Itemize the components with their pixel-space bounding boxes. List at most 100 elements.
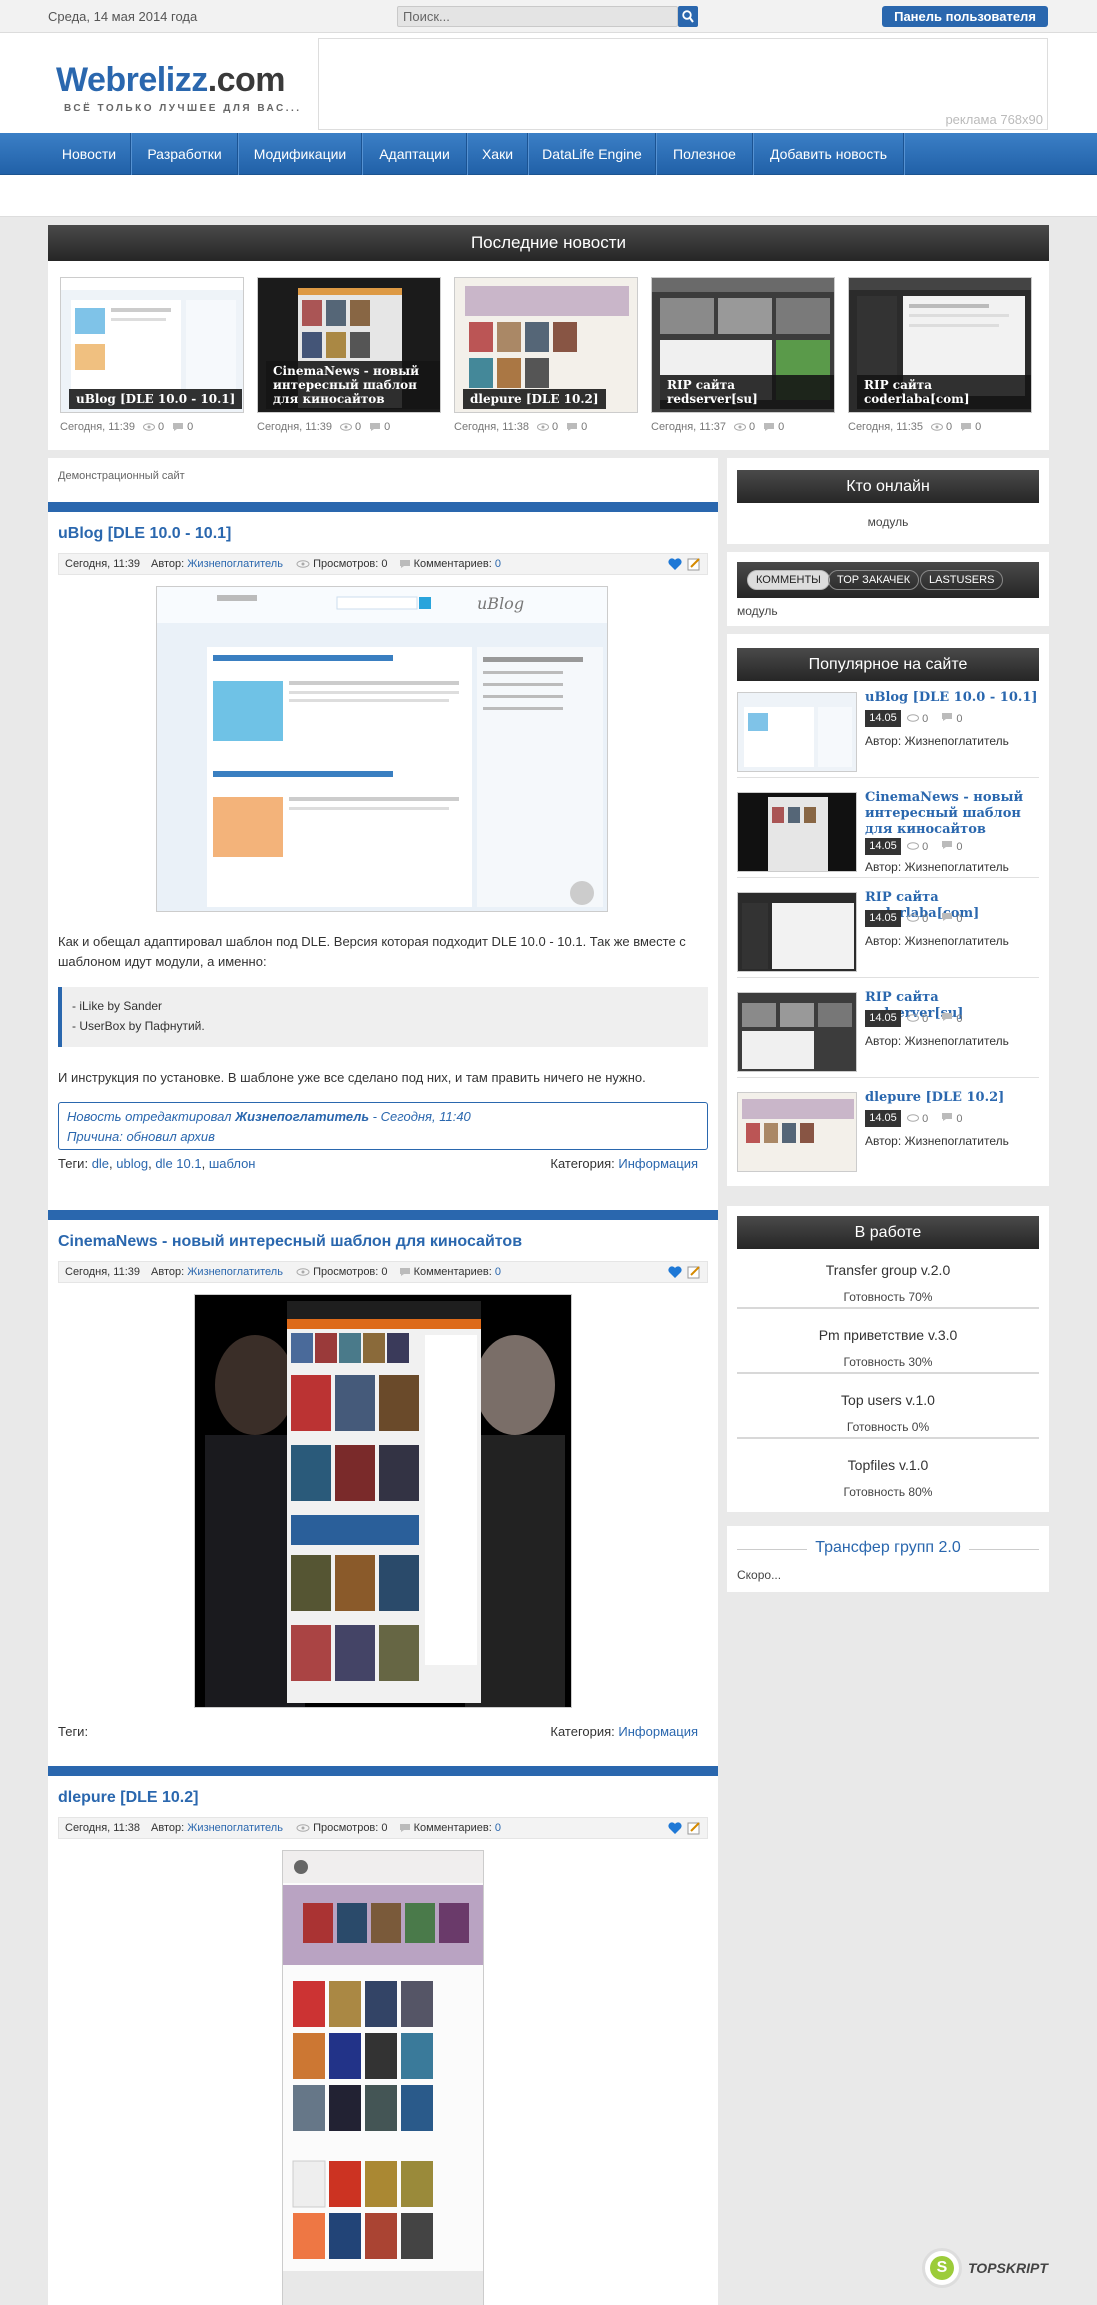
transfer-title[interactable]: Трансфер групп 2.0 (807, 1539, 969, 1556)
search-icon (682, 10, 694, 23)
nav-item-adaptations[interactable]: Адаптации (363, 133, 467, 175)
nav-item-dle[interactable]: DataLife Engine (529, 133, 656, 175)
watermark-text: TOPSKRIPT (968, 2260, 1048, 2276)
in-progress-widget: В работе Transfer group v.2.0 Готовность… (727, 1206, 1049, 1512)
like-heart-icon[interactable] (667, 1265, 683, 1279)
tag-link[interactable]: dle (92, 1156, 109, 1171)
popular-item-title[interactable]: dlepure [DLE 10.2] (865, 1090, 1039, 1106)
eye-icon (907, 714, 919, 722)
latest-card-thumb[interactable]: uBlog [DLE 10.0 - 10.1] (60, 277, 244, 413)
popular-item-views: 0 (922, 713, 929, 725)
post-views: Просмотров: 0 (313, 558, 388, 570)
work-item-progress: Готовность 70% (843, 1290, 933, 1304)
popular-item[interactable]: dlepure [DLE 10.2] 14.05 0 0 Автор: Жизн… (737, 1086, 1039, 1178)
edited-reason: Причина: обновил архив (67, 1129, 215, 1144)
popular-item-title[interactable]: uBlog [DLE 10.0 - 10.1] (865, 690, 1039, 706)
latest-card-comments: 0 (975, 421, 982, 433)
post-text: И инструкция по установке. В шаблоне уже… (58, 1070, 646, 1085)
popular-item[interactable]: RIP сайта redserver[su] 14.05 0 0 Автор:… (737, 986, 1039, 1078)
popular-item[interactable]: uBlog [DLE 10.0 - 10.1] 14.05 0 0 Автор:… (737, 686, 1039, 778)
tab-top-downloads[interactable]: ТОР ЗАКАЧЕК (828, 570, 920, 590)
comment-icon (942, 841, 953, 849)
tab-comments[interactable]: КОММЕНТЫ (747, 570, 830, 590)
tags-label: Теги: (58, 1724, 89, 1739)
latest-card-date: Сегодня, 11:39 (257, 421, 332, 433)
nav-item-news[interactable]: Новости (48, 133, 131, 175)
dlepure-template-screenshot (283, 1851, 483, 2305)
post-views: Просмотров: 0 (313, 1266, 388, 1278)
nav-item-useful[interactable]: Полезное (657, 133, 753, 175)
latest-card-date: Сегодня, 11:38 (454, 421, 529, 433)
edited-author[interactable]: Жизнепоглатитель (235, 1109, 369, 1124)
like-heart-icon[interactable] (667, 557, 683, 571)
search-button[interactable] (678, 6, 698, 27)
popular-item-date: 14.05 (865, 1110, 901, 1127)
nav-item-modifications[interactable]: Модификации (239, 133, 362, 175)
popular-item[interactable]: RIP сайта coderlaba[com] 14.05 0 0 Автор… (737, 886, 1039, 978)
post-comments-link[interactable]: 0 (495, 558, 501, 570)
site-logo[interactable]: Webrelizz.com (56, 61, 286, 100)
post-comments-link[interactable]: 0 (495, 1822, 501, 1834)
post-title[interactable]: uBlog [DLE 10.0 - 10.1] (58, 525, 718, 547)
transfer-title-wrap: Трансфер групп 2.0 (727, 1539, 1049, 1557)
user-panel-button[interactable]: Панель пользователя (882, 6, 1048, 27)
post-image[interactable] (282, 1850, 484, 2305)
work-item: Pm приветствие v.3.0 Готовность 30% (737, 1327, 1039, 1374)
popular-item[interactable]: CinemaNews - новый интересный шаблон для… (737, 786, 1039, 878)
eye-icon (907, 1014, 919, 1022)
latest-card-comments: 0 (581, 421, 588, 433)
post-image[interactable]: uBlog (156, 586, 608, 912)
latest-card-thumb[interactable]: dlepure [DLE 10.2] (454, 277, 638, 413)
post-top-bar (48, 1210, 718, 1220)
nav-item-hacks[interactable]: Хаки (468, 133, 528, 175)
like-heart-icon[interactable] (667, 1821, 683, 1835)
latest-card-thumb[interactable]: RIP сайта redserver[su] (651, 277, 835, 413)
post-author-link[interactable]: Жизнепоглатитель (187, 1822, 283, 1834)
popular-item-thumb[interactable] (737, 992, 857, 1072)
latest-card[interactable]: RIP сайта redserver[su] Сегодня, 11:37 0 0 (651, 277, 835, 435)
post-quote: - iLike by Sander - UserBox by Пафнутий. (58, 987, 708, 1047)
ublog-thumb (738, 693, 856, 771)
ublog-template-screenshot: uBlog (157, 587, 607, 911)
edit-icon[interactable] (687, 1821, 701, 1835)
ad-label: реклама 768x90 (945, 112, 1043, 127)
category-link[interactable]: Информация (618, 1156, 698, 1171)
ad-banner[interactable]: реклама 768x90 (318, 38, 1048, 130)
tab-lastusers[interactable]: LASTUSERS (920, 570, 1004, 590)
nav-item-developments[interactable]: Разработки (132, 133, 238, 175)
popular-item-thumb[interactable] (737, 692, 857, 772)
transfer-note: Скоро... (737, 1568, 782, 1582)
who-online-widget: Кто онлайн модуль (727, 458, 1049, 544)
post-comments-label: Комментариев: (413, 1266, 492, 1278)
popular-item-title[interactable]: CinemaNews - новый интересный шаблон для… (865, 790, 1039, 838)
post-comments-link[interactable]: 0 (495, 1266, 501, 1278)
post-author-link[interactable]: Жизнепоглатитель (187, 558, 283, 570)
category-link[interactable]: Информация (618, 1724, 698, 1739)
edit-icon[interactable] (687, 1265, 701, 1279)
post-title[interactable]: dlepure [DLE 10.2] (58, 1789, 718, 1811)
popular-item-views: 0 (922, 1013, 929, 1025)
sub-bar (0, 175, 1097, 217)
post-title[interactable]: CinemaNews - новый интересный шаблон для… (58, 1233, 718, 1255)
site-header: Webrelizz.com ВСЁ ТОЛЬКО ЛУЧШЕЕ ДЛЯ ВАС.… (0, 33, 1097, 133)
tag-link[interactable]: dle 10.1 (155, 1156, 201, 1171)
popular-item-thumb[interactable] (737, 792, 857, 872)
latest-card[interactable]: RIP сайта coderlaba[com] Сегодня, 11:35 0… (848, 277, 1032, 435)
post-author-link[interactable]: Жизнепоглатитель (187, 1266, 283, 1278)
latest-card[interactable]: dlepure [DLE 10.2] Сегодня, 11:38 0 0 (454, 277, 638, 435)
tag-link[interactable]: ublog (116, 1156, 148, 1171)
comment-icon (764, 423, 775, 432)
edit-icon[interactable] (687, 557, 701, 571)
latest-card-thumb[interactable]: RIP сайта coderlaba[com] (848, 277, 1032, 413)
tag-link[interactable]: шаблон (209, 1156, 256, 1171)
latest-card-caption: CinemaNews - новый интересный шаблон для… (266, 361, 440, 409)
nav-item-add-news[interactable]: Добавить новость (754, 133, 904, 175)
latest-card[interactable]: CinemaNews - новый интересный шаблон для… (257, 277, 441, 435)
latest-card[interactable]: uBlog [DLE 10.0 - 10.1] Сегодня, 11:39 0 0 (60, 277, 244, 435)
who-online-title: Кто онлайн (737, 470, 1039, 503)
latest-card-thumb[interactable]: CinemaNews - новый интересный шаблон для… (257, 277, 441, 413)
post-image[interactable] (194, 1294, 572, 1708)
popular-item-thumb[interactable] (737, 892, 857, 972)
search-input[interactable]: Поиск... (397, 6, 678, 27)
popular-item-thumb[interactable] (737, 1092, 857, 1172)
